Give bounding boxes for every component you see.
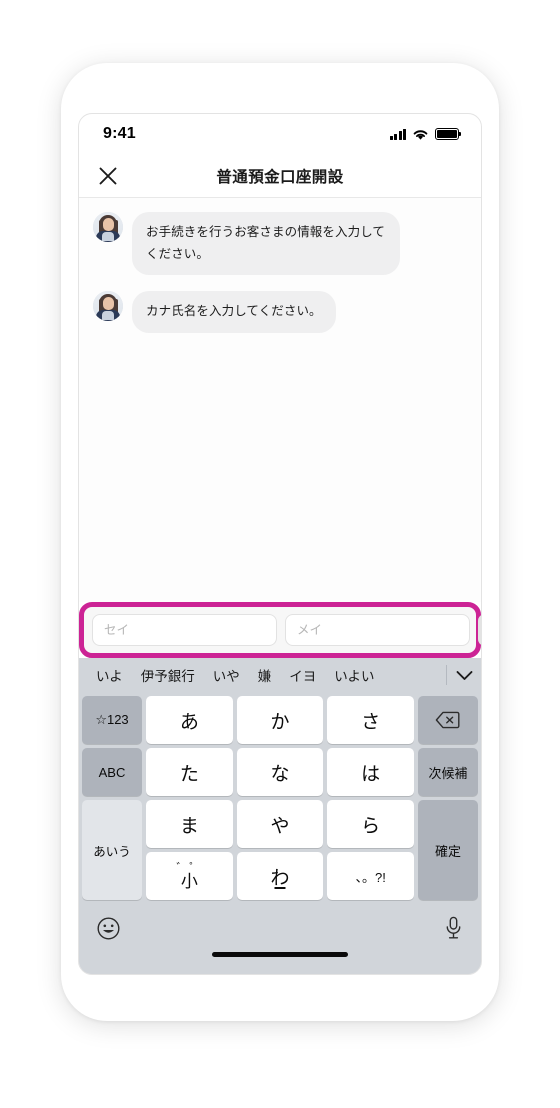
name-input-bar	[79, 602, 481, 658]
key-ma[interactable]: ま	[146, 800, 233, 848]
key-ha[interactable]: は	[327, 748, 414, 796]
key-abc-mode[interactable]: ABC	[82, 748, 142, 796]
page-title: 普通預金口座開設	[216, 168, 344, 186]
key-ra[interactable]: ら	[327, 800, 414, 848]
prediction-item[interactable]: 伊予銀行	[132, 665, 204, 685]
chat-message-list: お手続きを行うお客さまの情報を入力してください。 カナ氏名を入力してください。	[79, 198, 481, 602]
key-numbers-symbols[interactable]: ☆123	[82, 696, 142, 744]
key-punctuation[interactable]: 、。?!	[327, 852, 414, 900]
family-name-kana-input[interactable]	[92, 614, 277, 646]
status-time: 9:41	[103, 125, 136, 142]
key-a[interactable]: あ	[146, 696, 233, 744]
key-dakuten-small[interactable]: ゛゜ 小	[146, 852, 233, 900]
close-x-icon[interactable]	[95, 163, 121, 189]
delete-backspace-icon	[436, 711, 460, 729]
japanese-keyboard: いよ 伊予銀行 いや 嫌 イヨ いよい ☆123 あ か さ ABC た な は…	[79, 658, 481, 974]
phone-screen: 9:41 普通預金口座開設 お手続きを行うお客さまの情報を入力してください。 カ…	[78, 113, 482, 975]
chat-message: カナ氏名を入力してください。	[93, 291, 467, 333]
home-indicator[interactable]	[212, 952, 348, 957]
given-name-kana-input[interactable]	[285, 614, 470, 646]
signal-bars-icon	[389, 128, 406, 140]
send-button[interactable]	[478, 614, 481, 646]
key-wa-underscore	[274, 887, 286, 889]
key-sa[interactable]: さ	[327, 696, 414, 744]
key-dakuten-ko: 小	[180, 871, 198, 891]
keyboard-bottom-bar	[79, 904, 481, 952]
prediction-item[interactable]: いよ	[87, 665, 132, 685]
key-wa[interactable]: わ	[236, 852, 324, 900]
chat-bubble: お手続きを行うお客さまの情報を入力してください。	[132, 212, 400, 275]
home-indicator-area	[79, 952, 481, 974]
prediction-item[interactable]: 嫌	[249, 665, 281, 685]
prediction-item[interactable]: いや	[204, 665, 249, 685]
key-ya[interactable]: や	[236, 800, 324, 848]
microphone-icon[interactable]	[444, 916, 463, 940]
prediction-item[interactable]: イヨ	[280, 665, 325, 685]
keyboard-key-grid: ☆123 あ か さ ABC た な は 次候補 あいう ま や ら 確定 ゛゜…	[79, 692, 481, 904]
predictive-text-bar: いよ 伊予銀行 いや 嫌 イヨ いよい	[79, 658, 481, 692]
key-delete[interactable]	[417, 696, 478, 744]
agent-avatar	[93, 212, 123, 242]
status-bar: 9:41	[79, 114, 481, 154]
key-ta[interactable]: た	[146, 748, 233, 796]
wifi-icon	[413, 129, 428, 140]
chevron-down-icon[interactable]	[447, 670, 481, 681]
predictive-items: いよ 伊予銀行 いや 嫌 イヨ いよい	[87, 665, 447, 685]
chat-message: お手続きを行うお客さまの情報を入力してください。	[93, 212, 467, 275]
prediction-item[interactable]: いよい	[325, 665, 383, 685]
key-aiu-mode[interactable]: あいう	[82, 800, 142, 900]
chat-bubble: カナ氏名を入力してください。	[132, 291, 336, 333]
key-ka[interactable]: か	[236, 696, 324, 744]
status-icons	[389, 128, 462, 141]
key-next-candidate[interactable]: 次候補	[417, 748, 478, 796]
battery-full-icon	[435, 128, 462, 140]
key-wa-label: わ	[270, 867, 290, 889]
key-confirm[interactable]: 確定	[417, 800, 478, 900]
nav-header: 普通預金口座開設	[79, 154, 481, 198]
agent-avatar	[93, 291, 123, 321]
emoji-smiley-icon[interactable]	[97, 916, 120, 940]
key-na[interactable]: な	[236, 748, 324, 796]
